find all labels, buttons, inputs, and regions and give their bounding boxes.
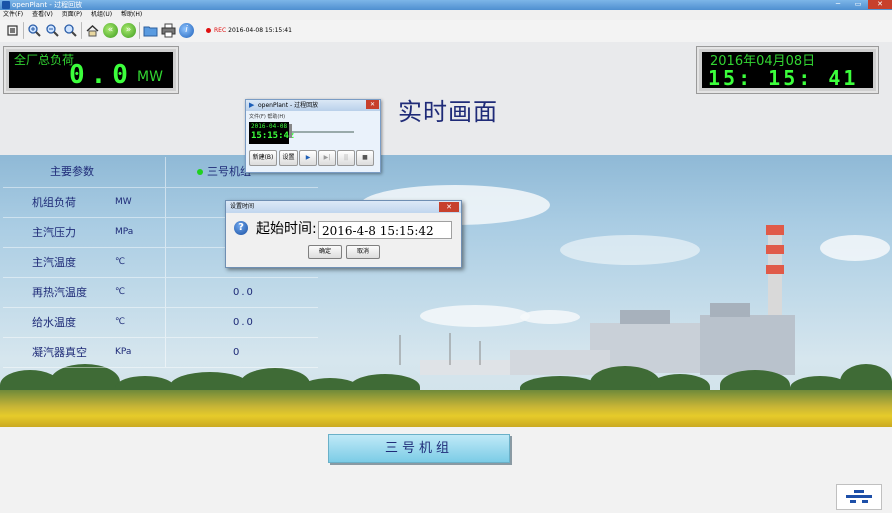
close-button[interactable]: ✕ (868, 0, 892, 9)
forward-icon[interactable]: » (121, 23, 136, 38)
menu-view[interactable]: 查看(V) (32, 11, 53, 18)
playback-menu[interactable]: 文件(F) 帮助(H) (249, 113, 285, 120)
playback-window: ▶ openPlant - 过程回放 ✕ 文件(F) 帮助(H) 2016-04… (245, 99, 381, 173)
playback-slider[interactable] (292, 131, 354, 133)
home-icon[interactable] (85, 23, 100, 38)
param-name: 主汽压力 (32, 226, 76, 239)
dialog-title: 设置时间 (230, 203, 255, 210)
table-row: 凝汽器真空 KPa 0 (3, 338, 318, 368)
playback-title: openPlant - 过程回放 (258, 102, 319, 109)
select-icon[interactable] (5, 23, 20, 38)
table-row: 再热汽温度 ℃ 0.0 (3, 278, 318, 308)
datetime-panel: 2016年04月08日 15: 15: 41 (696, 46, 879, 94)
menu-unit[interactable]: 机组(U) (91, 11, 112, 18)
toolbar: « » i (0, 20, 892, 43)
maximize-button[interactable]: ▭ (848, 0, 868, 9)
total-load-unit: MW (137, 69, 163, 85)
step-button[interactable]: ▶| (318, 150, 336, 166)
dialog-close-button[interactable]: ✕ (439, 202, 459, 212)
playback-app-icon: ▶ (249, 101, 255, 109)
header-params: 主要参数 (50, 165, 94, 178)
table-row: 给水温度 ℃ 0.0 (3, 308, 318, 338)
toolbar-divider (23, 22, 24, 39)
dialog-titlebar: 设置时间 ✕ (226, 201, 461, 213)
play-button[interactable]: ▶ (299, 150, 317, 166)
playback-clock: 2016-04-08 15:15:42 (249, 122, 294, 144)
param-name: 给水温度 (32, 316, 76, 329)
param-name: 再热汽温度 (32, 286, 87, 299)
record-label: REC (214, 27, 227, 34)
param-unit: ℃ (115, 317, 126, 327)
start-time-input[interactable]: 2016-4-8 15:15:42 (318, 221, 452, 239)
unit-3-button[interactable]: 三号机组 (328, 434, 510, 463)
info-icon[interactable]: i (179, 23, 194, 38)
zoom-fit-icon[interactable] (63, 23, 78, 38)
stop-button[interactable]: ■ (356, 150, 374, 166)
playback-titlebar: ▶ openPlant - 过程回放 ✕ (246, 100, 380, 111)
param-unit: KPa (115, 347, 132, 357)
total-load-panel: 全厂总负荷 0.0 MW (3, 46, 179, 94)
playback-close-button[interactable]: ✕ (366, 100, 379, 109)
window-title: openPlant - 过程回放 (12, 1, 83, 9)
menu-help[interactable]: 帮助(H) (121, 11, 142, 18)
param-name: 凝汽器真空 (32, 346, 87, 359)
param-value: 0.0 (233, 287, 255, 298)
menu-page[interactable]: 页面(P) (62, 11, 82, 18)
set-time-dialog: 设置时间 ✕ ? 起始时间: 2016-4-8 15:15:42 确定 取消 (225, 200, 462, 268)
menu-bar: 文件(F) 查看(V) 页面(P) 机组(U) 帮助(H) (0, 10, 892, 20)
playback-time: 15:15:42 (251, 131, 295, 141)
back-icon[interactable]: « (103, 23, 118, 38)
unit-status-icon (197, 169, 203, 175)
record-time: 2016-04-08 15:15:41 (228, 27, 292, 34)
zoom-in-icon[interactable] (27, 23, 42, 38)
playback-date: 2016-04-08 (251, 123, 288, 130)
total-load-label: 全厂总负荷 (14, 53, 75, 67)
param-unit: ℃ (115, 287, 126, 297)
print-icon[interactable] (161, 23, 176, 38)
playback-slider-handle[interactable] (289, 124, 292, 138)
param-unit: MW (115, 197, 132, 207)
process-display: 实时画面 全厂总负荷 0.0 MW 2016年04月08日 15: 15: 41… (0, 42, 892, 513)
folder-icon[interactable] (143, 23, 158, 38)
time-display: 15: 15: 41 (708, 66, 859, 90)
toolbar-divider (81, 22, 82, 39)
param-name: 机组负荷 (32, 196, 76, 209)
record-status: REC 2016-04-08 15:15:41 (206, 27, 292, 35)
window-titlebar: openPlant - 过程回放 ─ ▭ ✕ (0, 0, 892, 10)
flower-field (0, 390, 892, 427)
toolbar-divider (139, 22, 140, 39)
menu-file[interactable]: 文件(F) (3, 11, 23, 18)
playback-settings-button[interactable]: 设置 (279, 150, 298, 166)
app-icon (2, 1, 10, 9)
pause-button[interactable]: || (337, 150, 355, 166)
company-logo-icon (846, 490, 872, 503)
record-dot-icon (206, 28, 211, 33)
param-value: 0.0 (233, 317, 255, 328)
page-title: 实时画面 (398, 98, 498, 126)
param-unit: MPa (115, 227, 134, 237)
param-name: 主汽温度 (32, 256, 76, 269)
logo-button[interactable] (836, 484, 882, 510)
zoom-out-icon[interactable] (45, 23, 60, 38)
cancel-button[interactable]: 取消 (346, 245, 380, 259)
param-unit: ℃ (115, 257, 126, 267)
param-value: 0 (233, 347, 242, 358)
minimize-button[interactable]: ─ (828, 0, 848, 9)
start-time-label: 起始时间: (256, 221, 317, 237)
question-icon: ? (234, 221, 248, 235)
ok-button[interactable]: 确定 (308, 245, 342, 259)
playback-new-button[interactable]: 新建(B) (249, 150, 277, 166)
total-load-value: 0.0 (69, 60, 134, 90)
